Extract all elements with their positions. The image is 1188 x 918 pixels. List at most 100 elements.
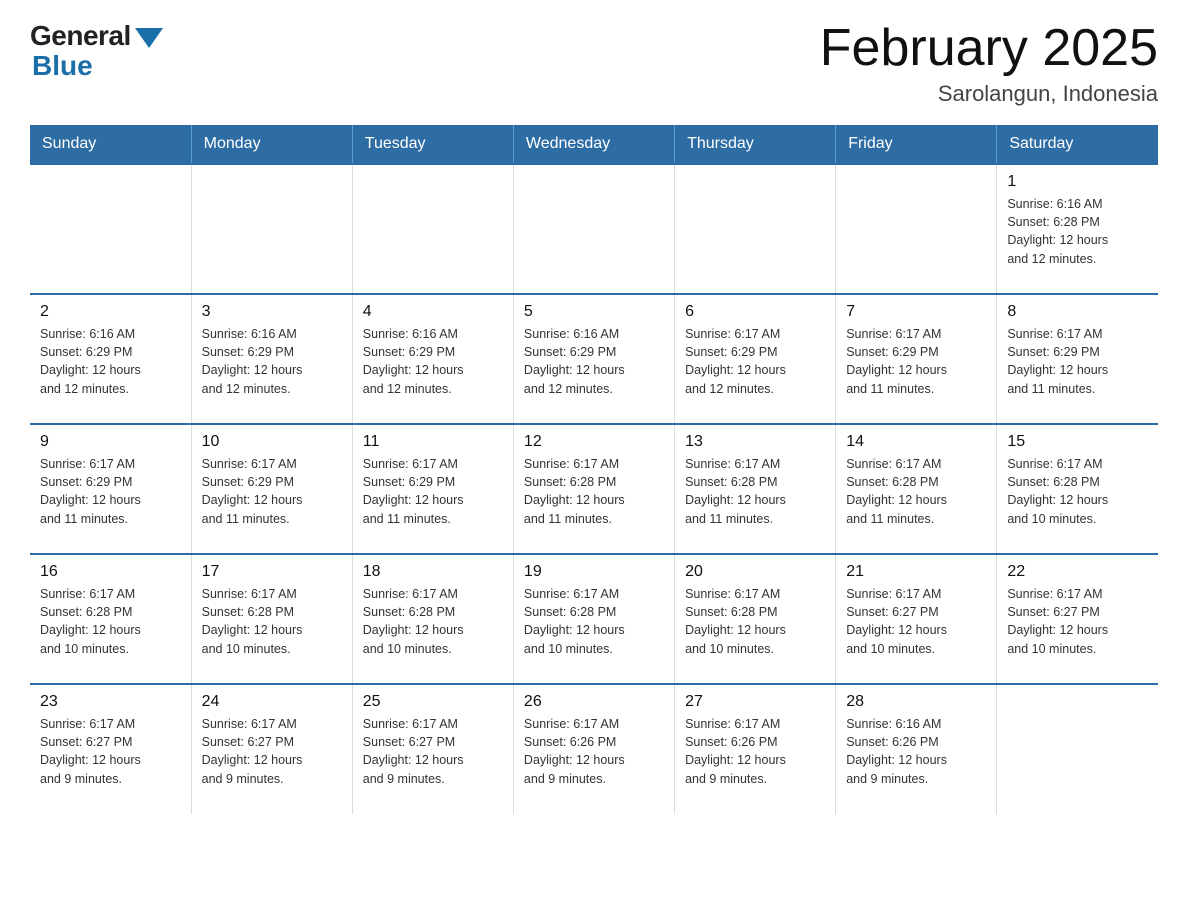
cell-info-text: Sunrise: 6:17 AMSunset: 6:27 PMDaylight:… bbox=[846, 585, 986, 658]
day-number: 15 bbox=[1007, 433, 1148, 451]
logo-blue-text: Blue bbox=[32, 50, 93, 82]
cell-info-text: Sunrise: 6:17 AMSunset: 6:27 PMDaylight:… bbox=[363, 715, 503, 788]
calendar-table: SundayMondayTuesdayWednesdayThursdayFrid… bbox=[30, 125, 1158, 814]
calendar-cell: 12 Sunrise: 6:17 AMSunset: 6:28 PMDayligh… bbox=[513, 424, 674, 554]
calendar-cell bbox=[836, 164, 997, 294]
calendar-cell: 15Sunrise: 6:17 AMSunset: 6:28 PMDayligh… bbox=[997, 424, 1158, 554]
cell-info-text: Sunrise: 6:16 AMSunset: 6:28 PMDaylight:… bbox=[1007, 195, 1148, 268]
day-number: 3 bbox=[202, 303, 342, 321]
calendar-cell: 23Sunrise: 6:17 AMSunset: 6:27 PMDayligh… bbox=[30, 684, 191, 814]
calendar-cell: 25 Sunrise: 6:17 AMSunset: 6:27 PMDayligh… bbox=[352, 684, 513, 814]
calendar-cell: 5 Sunrise: 6:16 AMSunset: 6:29 PMDaylight… bbox=[513, 294, 674, 424]
calendar-cell: 9 Sunrise: 6:17 AMSunset: 6:29 PMDaylight… bbox=[30, 424, 191, 554]
day-number: 26 bbox=[524, 693, 664, 711]
calendar-cell: 7 Sunrise: 6:17 AMSunset: 6:29 PMDaylight… bbox=[836, 294, 997, 424]
calendar-cell: 10Sunrise: 6:17 AMSunset: 6:29 PMDayligh… bbox=[191, 424, 352, 554]
weekday-header-tuesday: Tuesday bbox=[352, 125, 513, 164]
calendar-cell bbox=[352, 164, 513, 294]
cell-info-text: Sunrise: 6:17 AMSunset: 6:26 PMDaylight:… bbox=[524, 715, 664, 788]
calendar-week-row: 23Sunrise: 6:17 AMSunset: 6:27 PMDayligh… bbox=[30, 684, 1158, 814]
day-number: 1 bbox=[1007, 173, 1148, 191]
day-number: 2 bbox=[40, 303, 181, 321]
day-number: 12 bbox=[524, 433, 664, 451]
weekday-header-friday: Friday bbox=[836, 125, 997, 164]
cell-info-text: Sunrise: 6:17 AMSunset: 6:29 PMDaylight:… bbox=[846, 325, 986, 398]
cell-info-text: Sunrise: 6:16 AMSunset: 6:29 PMDaylight:… bbox=[202, 325, 342, 398]
day-number: 17 bbox=[202, 563, 342, 581]
cell-info-text: Sunrise: 6:16 AMSunset: 6:26 PMDaylight:… bbox=[846, 715, 986, 788]
day-number: 28 bbox=[846, 693, 986, 711]
calendar-cell bbox=[997, 684, 1158, 814]
cell-info-text: Sunrise: 6:17 AMSunset: 6:27 PMDaylight:… bbox=[1007, 585, 1148, 658]
cell-info-text: Sunrise: 6:17 AMSunset: 6:28 PMDaylight:… bbox=[40, 585, 181, 658]
calendar-cell: 20 Sunrise: 6:17 AMSunset: 6:28 PMDayligh… bbox=[675, 554, 836, 684]
weekday-header-saturday: Saturday bbox=[997, 125, 1158, 164]
calendar-cell: 22 Sunrise: 6:17 AMSunset: 6:27 PMDayligh… bbox=[997, 554, 1158, 684]
cell-info-text: Sunrise: 6:17 AMSunset: 6:27 PMDaylight:… bbox=[202, 715, 342, 788]
cell-info-text: Sunrise: 6:17 AMSunset: 6:29 PMDaylight:… bbox=[363, 455, 503, 528]
weekday-header-monday: Monday bbox=[191, 125, 352, 164]
day-number: 22 bbox=[1007, 563, 1148, 581]
calendar-cell: 28 Sunrise: 6:16 AMSunset: 6:26 PMDayligh… bbox=[836, 684, 997, 814]
calendar-cell: 18 Sunrise: 6:17 AMSunset: 6:28 PMDayligh… bbox=[352, 554, 513, 684]
cell-info-text: Sunrise: 6:16 AMSunset: 6:29 PMDaylight:… bbox=[363, 325, 503, 398]
cell-info-text: Sunrise: 6:17 AMSunset: 6:29 PMDaylight:… bbox=[40, 455, 181, 528]
cell-info-text: Sunrise: 6:16 AMSunset: 6:29 PMDaylight:… bbox=[40, 325, 181, 398]
day-number: 20 bbox=[685, 563, 825, 581]
calendar-cell: 8 Sunrise: 6:17 AMSunset: 6:29 PMDaylight… bbox=[997, 294, 1158, 424]
day-number: 5 bbox=[524, 303, 664, 321]
day-number: 19 bbox=[524, 563, 664, 581]
month-title: February 2025 bbox=[820, 20, 1158, 77]
cell-info-text: Sunrise: 6:17 AMSunset: 6:29 PMDaylight:… bbox=[685, 325, 825, 398]
page-header: General Blue February 2025 Sarolangun, I… bbox=[30, 20, 1158, 107]
weekday-header-wednesday: Wednesday bbox=[513, 125, 674, 164]
cell-info-text: Sunrise: 6:17 AMSunset: 6:28 PMDaylight:… bbox=[524, 585, 664, 658]
cell-info-text: Sunrise: 6:17 AMSunset: 6:29 PMDaylight:… bbox=[1007, 325, 1148, 398]
cell-info-text: Sunrise: 6:17 AMSunset: 6:28 PMDaylight:… bbox=[685, 455, 825, 528]
cell-info-text: Sunrise: 6:17 AMSunset: 6:28 PMDaylight:… bbox=[202, 585, 342, 658]
calendar-cell: 16 Sunrise: 6:17 AMSunset: 6:28 PMDayligh… bbox=[30, 554, 191, 684]
calendar-cell: 27Sunrise: 6:17 AMSunset: 6:26 PMDayligh… bbox=[675, 684, 836, 814]
calendar-cell: 4 Sunrise: 6:16 AMSunset: 6:29 PMDaylight… bbox=[352, 294, 513, 424]
cell-info-text: Sunrise: 6:17 AMSunset: 6:28 PMDaylight:… bbox=[685, 585, 825, 658]
day-number: 8 bbox=[1007, 303, 1148, 321]
weekday-header-thursday: Thursday bbox=[675, 125, 836, 164]
calendar-cell: 19 Sunrise: 6:17 AMSunset: 6:28 PMDayligh… bbox=[513, 554, 674, 684]
calendar-cell: 11 Sunrise: 6:17 AMSunset: 6:29 PMDayligh… bbox=[352, 424, 513, 554]
cell-info-text: Sunrise: 6:17 AMSunset: 6:28 PMDaylight:… bbox=[524, 455, 664, 528]
calendar-week-row: 1 Sunrise: 6:16 AMSunset: 6:28 PMDaylight… bbox=[30, 164, 1158, 294]
logo-general-text: General bbox=[30, 20, 131, 52]
day-number: 7 bbox=[846, 303, 986, 321]
calendar-week-row: 2 Sunrise: 6:16 AMSunset: 6:29 PMDaylight… bbox=[30, 294, 1158, 424]
title-block: February 2025 Sarolangun, Indonesia bbox=[820, 20, 1158, 107]
location-subtitle: Sarolangun, Indonesia bbox=[820, 81, 1158, 107]
weekday-header-sunday: Sunday bbox=[30, 125, 191, 164]
calendar-cell bbox=[30, 164, 191, 294]
calendar-cell: 17 Sunrise: 6:17 AMSunset: 6:28 PMDayligh… bbox=[191, 554, 352, 684]
calendar-week-row: 9 Sunrise: 6:17 AMSunset: 6:29 PMDaylight… bbox=[30, 424, 1158, 554]
day-number: 14 bbox=[846, 433, 986, 451]
day-number: 11 bbox=[363, 433, 503, 451]
calendar-cell: 3 Sunrise: 6:16 AMSunset: 6:29 PMDaylight… bbox=[191, 294, 352, 424]
day-number: 13 bbox=[685, 433, 825, 451]
calendar-header-row: SundayMondayTuesdayWednesdayThursdayFrid… bbox=[30, 125, 1158, 164]
calendar-cell bbox=[675, 164, 836, 294]
cell-info-text: Sunrise: 6:17 AMSunset: 6:28 PMDaylight:… bbox=[846, 455, 986, 528]
calendar-week-row: 16 Sunrise: 6:17 AMSunset: 6:28 PMDayligh… bbox=[30, 554, 1158, 684]
cell-info-text: Sunrise: 6:17 AMSunset: 6:27 PMDaylight:… bbox=[40, 715, 181, 788]
day-number: 18 bbox=[363, 563, 503, 581]
day-number: 4 bbox=[363, 303, 503, 321]
calendar-cell bbox=[513, 164, 674, 294]
calendar-cell: 1 Sunrise: 6:16 AMSunset: 6:28 PMDaylight… bbox=[997, 164, 1158, 294]
cell-info-text: Sunrise: 6:17 AMSunset: 6:28 PMDaylight:… bbox=[363, 585, 503, 658]
day-number: 25 bbox=[363, 693, 503, 711]
calendar-cell: 13 Sunrise: 6:17 AMSunset: 6:28 PMDayligh… bbox=[675, 424, 836, 554]
day-number: 6 bbox=[685, 303, 825, 321]
calendar-cell: 14 Sunrise: 6:17 AMSunset: 6:28 PMDayligh… bbox=[836, 424, 997, 554]
cell-info-text: Sunrise: 6:16 AMSunset: 6:29 PMDaylight:… bbox=[524, 325, 664, 398]
day-number: 9 bbox=[40, 433, 181, 451]
day-number: 16 bbox=[40, 563, 181, 581]
day-number: 24 bbox=[202, 693, 342, 711]
calendar-cell: 21Sunrise: 6:17 AMSunset: 6:27 PMDayligh… bbox=[836, 554, 997, 684]
calendar-cell: 26 Sunrise: 6:17 AMSunset: 6:26 PMDayligh… bbox=[513, 684, 674, 814]
